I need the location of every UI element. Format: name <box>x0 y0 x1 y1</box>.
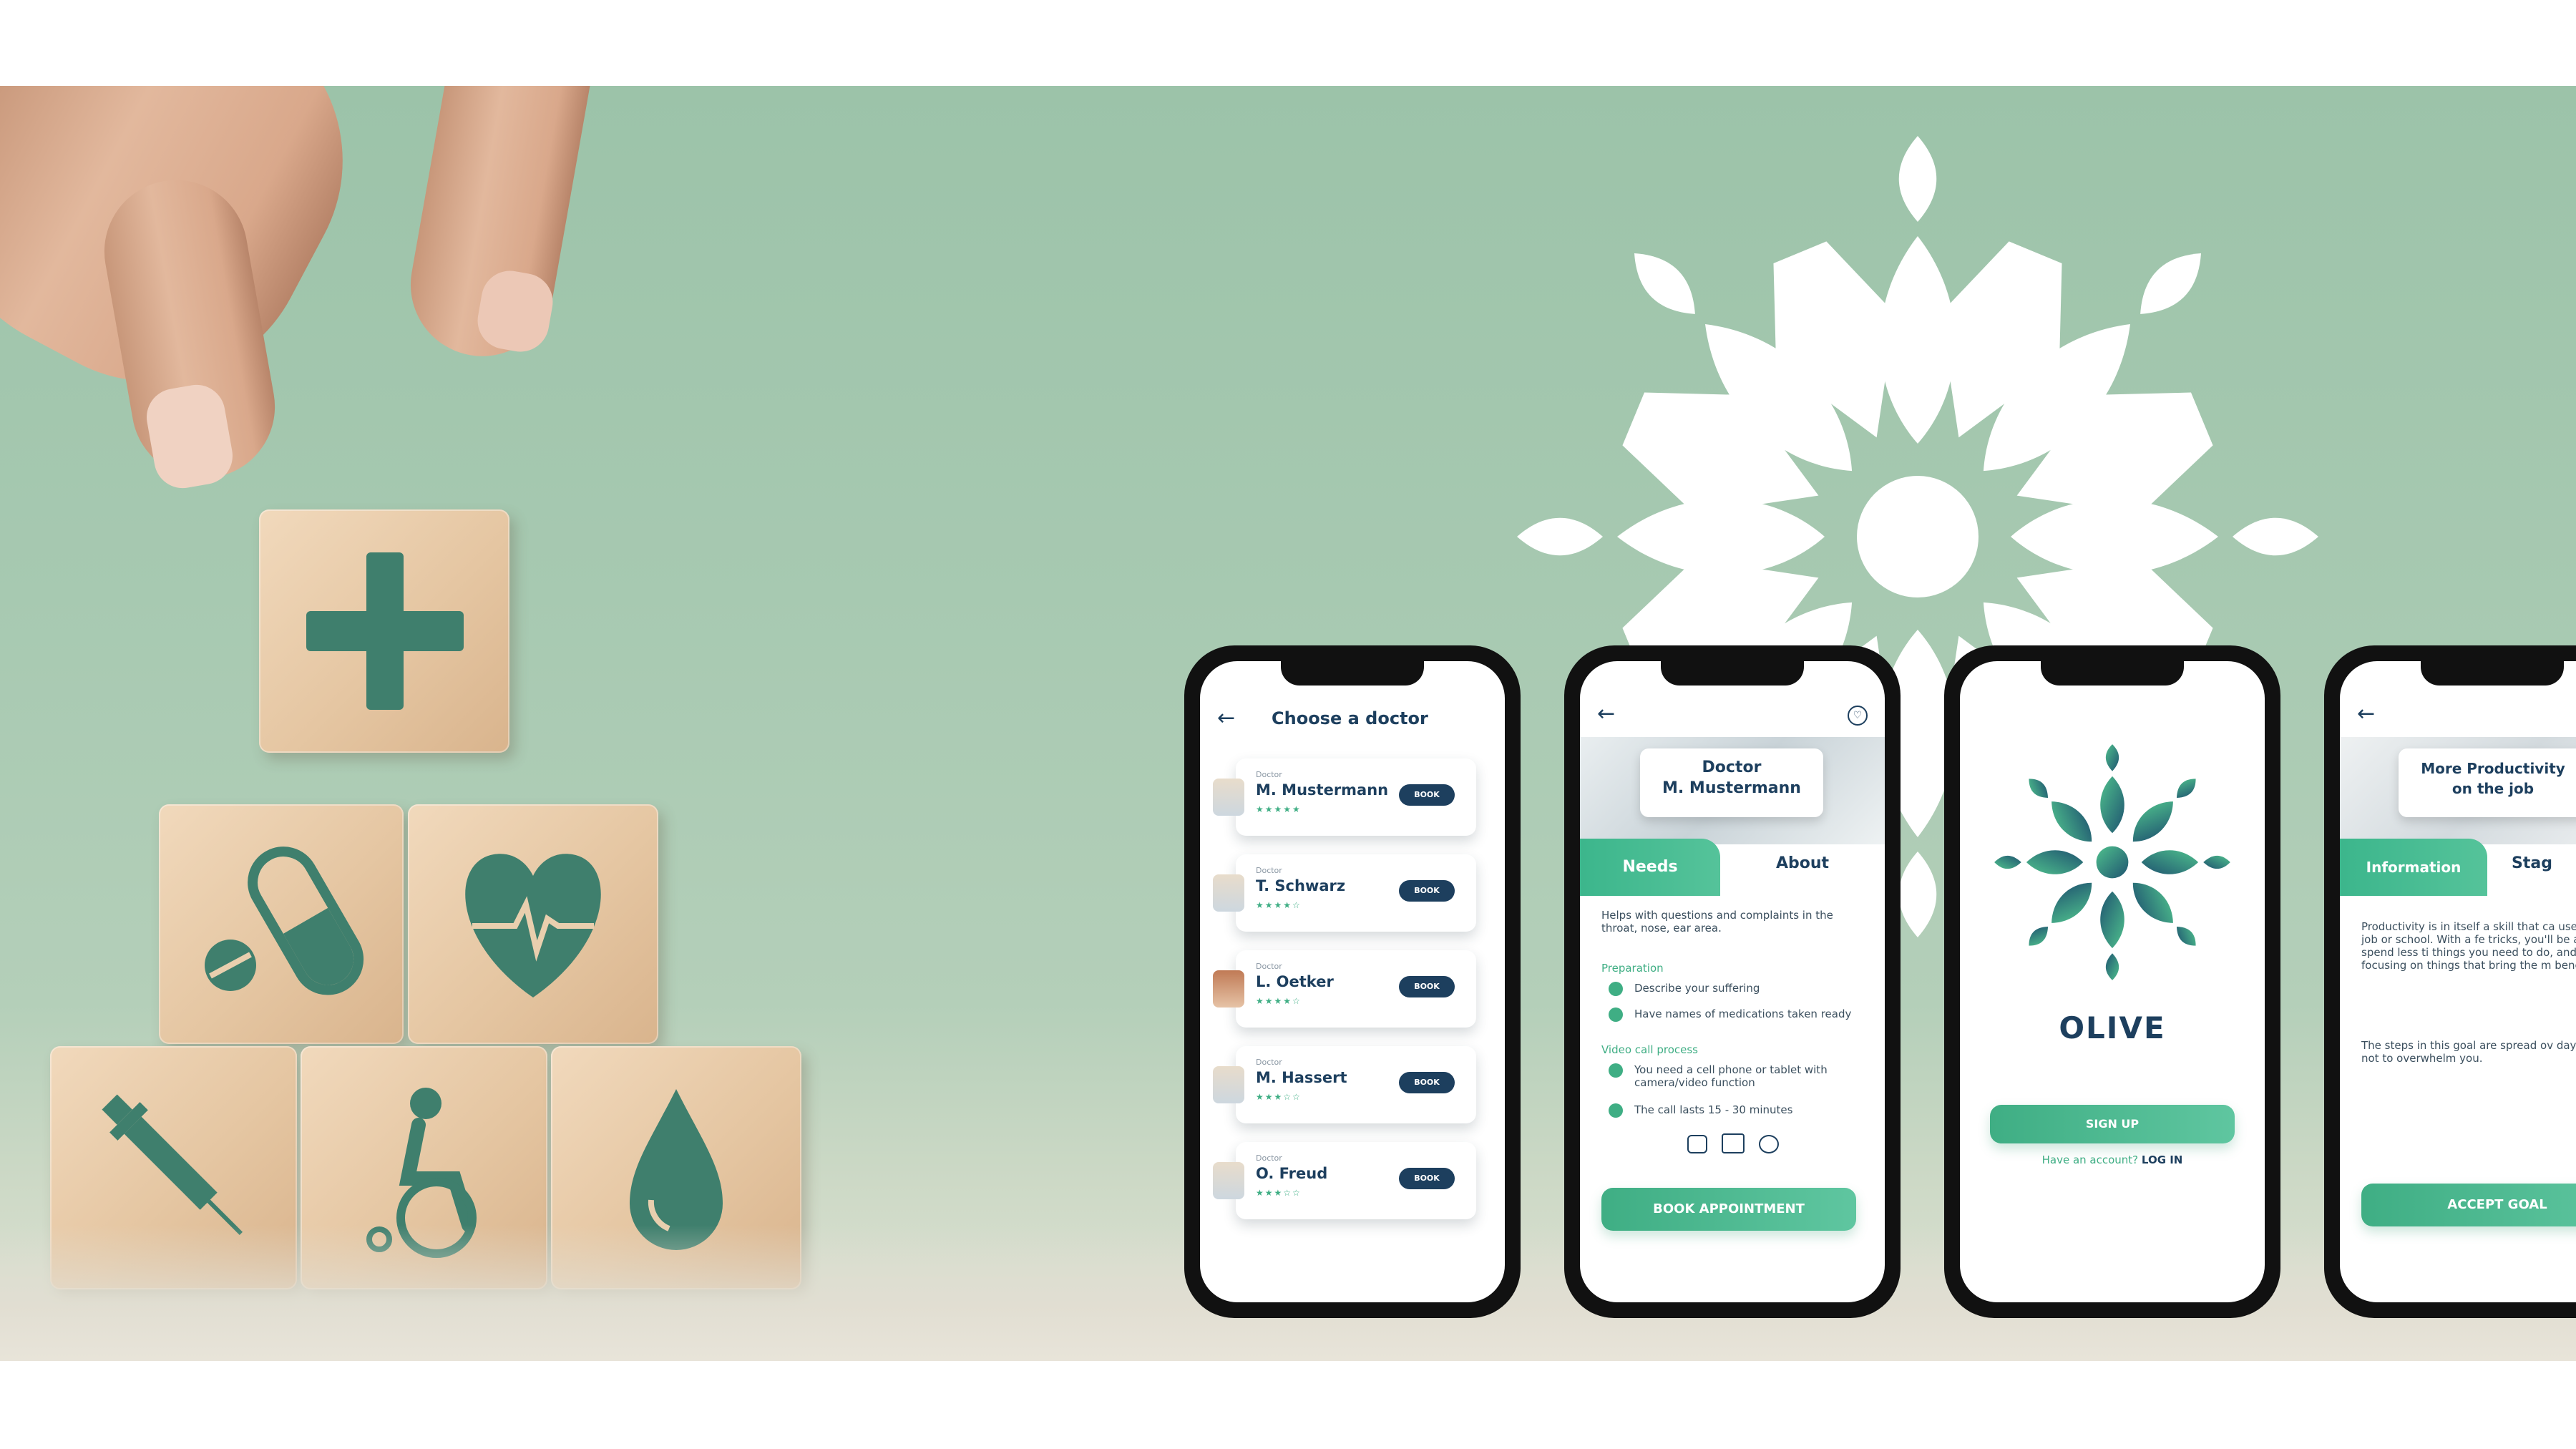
rating-stars: ★★★★★ <box>1256 804 1302 814</box>
phone-doctor-detail: ← ♡ Doctor M. Mustermann Needs About Hel… <box>1564 645 1901 1318</box>
account-prompt: Have an account? <box>2041 1153 2139 1166</box>
phone-notch <box>2041 661 2184 686</box>
phone-notch <box>1661 661 1804 686</box>
doctor-card[interactable]: Doctor O. Freud ★★★☆☆ BOOK <box>1213 1142 1476 1219</box>
goal-title-card: More Productivity on the job <box>2399 748 2576 817</box>
rating-stars: ★★★★☆ <box>1256 900 1302 910</box>
avatar <box>1213 779 1244 816</box>
phone-screen: ← More Productivity on the job Informati… <box>2340 661 2576 1302</box>
tab-needs[interactable]: Needs <box>1580 839 1720 896</box>
tab-stages[interactable]: Stag <box>2487 839 2576 896</box>
preparation-heading: Preparation <box>1601 962 1664 975</box>
login-row: Have an account? LOG IN <box>1960 1153 2265 1166</box>
hero-banner: ← Choose a doctor Doctor M. Mustermann ★… <box>0 86 2576 1361</box>
phone-notch <box>2421 661 2564 686</box>
avatar <box>1213 970 1244 1008</box>
avatar <box>1213 1066 1244 1103</box>
doctor-name: M. Mustermann <box>1256 781 1389 799</box>
rating-stars: ★★★☆☆ <box>1256 1092 1302 1102</box>
back-arrow-icon[interactable]: ← <box>1217 706 1235 731</box>
doctor-card[interactable]: Doctor M. Hassert ★★★☆☆ BOOK <box>1213 1046 1476 1123</box>
bullet-icon <box>1609 982 1623 996</box>
goal-note: The steps in this goal are spread ov day… <box>2361 1039 2576 1065</box>
camera-icon <box>1687 1135 1707 1153</box>
description: Helps with questions and complaints in t… <box>1601 909 1833 935</box>
chat-icon <box>1722 1133 1745 1153</box>
avatar <box>1213 874 1244 912</box>
plus-icon <box>306 552 464 710</box>
doctor-title-card: Doctor M. Mustermann <box>1640 748 1823 817</box>
doctor-name: T. Schwarz <box>1256 877 1346 894</box>
screen-title: Choose a doctor <box>1272 708 1428 728</box>
doctor-name: M. Hassert <box>1256 1069 1347 1086</box>
rating-stars: ★★★☆☆ <box>1256 1188 1302 1198</box>
heart-pulse-icon <box>465 854 601 997</box>
video-icon <box>1759 1135 1779 1153</box>
block-plus <box>259 509 509 753</box>
book-button[interactable]: BOOK <box>1399 1072 1455 1093</box>
phone-screen: OLIVE SIGN UP Have an account? LOG IN <box>1960 661 2265 1302</box>
back-arrow-icon[interactable]: ← <box>1597 701 1615 726</box>
tab-bar: Information Stag <box>2340 839 2576 896</box>
phone-screen: ← Choose a doctor Doctor M. Mustermann ★… <box>1200 661 1505 1302</box>
doctor-name: O. Freud <box>1256 1165 1328 1182</box>
phone-goal: ← More Productivity on the job Informati… <box>2324 645 2576 1318</box>
log-in-link[interactable]: LOG IN <box>2142 1153 2182 1166</box>
bullet-icon <box>1609 1008 1623 1022</box>
bullet-icon <box>1609 1103 1623 1118</box>
block-heart <box>408 804 658 1044</box>
phone-screen: ← ♡ Doctor M. Mustermann Needs About Hel… <box>1580 661 1885 1302</box>
video-heading: Video call process <box>1601 1043 1698 1056</box>
bullet-icon <box>1609 1063 1623 1078</box>
brand-name: OLIVE <box>2059 1010 2166 1045</box>
book-button[interactable]: BOOK <box>1399 976 1455 997</box>
olive-logo-icon <box>1994 744 2230 980</box>
goal-description: Productivity is in itself a skill that c… <box>2361 920 2576 972</box>
tab-about[interactable]: About <box>1720 839 1885 896</box>
doctor-card[interactable]: Doctor M. Mustermann ★★★★★ BOOK <box>1213 758 1476 836</box>
favorite-icon[interactable]: ♡ <box>1848 706 1868 726</box>
rating-stars: ★★★★☆ <box>1256 996 1302 1006</box>
book-button[interactable]: BOOK <box>1399 880 1455 902</box>
back-arrow-icon[interactable]: ← <box>2357 701 2375 726</box>
tab-bar: Needs About <box>1580 839 1885 896</box>
tab-information[interactable]: Information <box>2340 839 2487 896</box>
phone-choose-doctor: ← Choose a doctor Doctor M. Mustermann ★… <box>1184 645 1521 1318</box>
sign-up-button[interactable]: SIGN UP <box>1990 1105 2235 1143</box>
doctor-card[interactable]: Doctor L. Oetker ★★★★☆ BOOK <box>1213 950 1476 1028</box>
book-appointment-button[interactable]: BOOK APPOINTMENT <box>1601 1188 1856 1231</box>
avatar <box>1213 1162 1244 1199</box>
doctor-card[interactable]: Doctor T. Schwarz ★★★★☆ BOOK <box>1213 854 1476 932</box>
block-pill <box>159 804 404 1044</box>
phone-notch <box>1281 661 1424 686</box>
accept-goal-button[interactable]: ACCEPT GOAL <box>2361 1184 2576 1226</box>
pill-icon <box>205 847 364 995</box>
doctor-name: L. Oetker <box>1256 973 1334 990</box>
book-button[interactable]: BOOK <box>1399 784 1455 806</box>
phone-welcome: OLIVE SIGN UP Have an account? LOG IN <box>1944 645 2280 1318</box>
book-button[interactable]: BOOK <box>1399 1168 1455 1189</box>
